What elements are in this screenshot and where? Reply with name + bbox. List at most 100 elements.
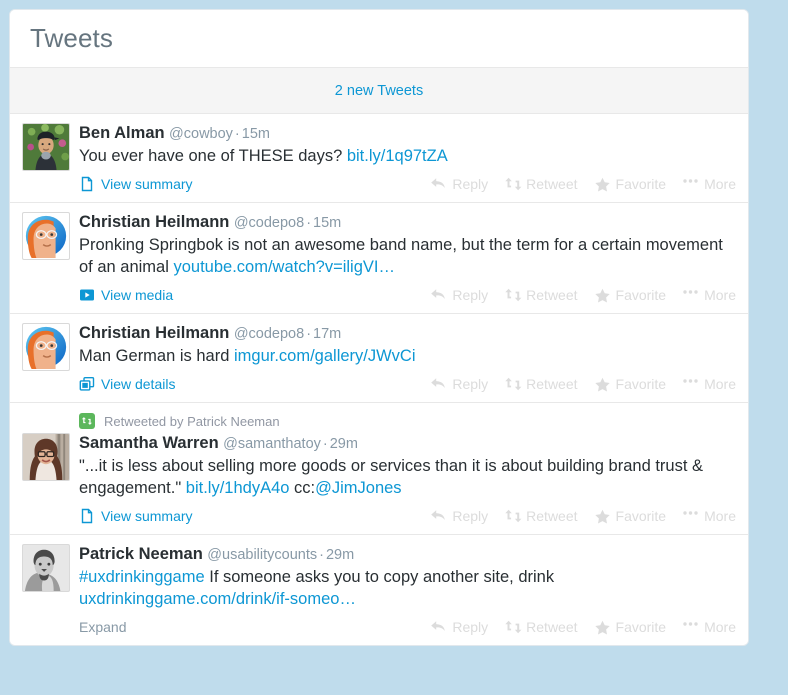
tweet[interactable]: Patrick Neeman @usabilitycounts · 29m #uxdr… bbox=[10, 535, 748, 645]
more-icon bbox=[683, 289, 698, 294]
more-icon bbox=[682, 377, 699, 392]
reply-action-label: Reply bbox=[452, 287, 489, 303]
favorite-icon bbox=[594, 377, 610, 391]
tweet-content: Patrick Neeman @usabilitycounts · 29m #uxdr… bbox=[79, 544, 736, 637]
favorite-icon bbox=[594, 509, 611, 524]
avatar[interactable] bbox=[22, 323, 70, 371]
tweet-content: Ben Alman @cowboy · 15m You ever have one o… bbox=[79, 123, 736, 194]
retweet-icon bbox=[504, 288, 522, 303]
expand-link[interactable]: View details bbox=[79, 376, 175, 392]
more-action[interactable]: More bbox=[682, 376, 736, 392]
avatar[interactable] bbox=[22, 212, 70, 260]
favorite-action[interactable]: Favorite bbox=[594, 176, 666, 192]
reply-icon bbox=[430, 620, 447, 635]
tweet-link[interactable]: youtube.com/watch?v=iligVI… bbox=[173, 258, 395, 276]
author-fullname[interactable]: Ben Alman bbox=[79, 124, 165, 142]
tweet-header: Christian Heilmann @codepo8 · 17m bbox=[79, 323, 736, 344]
more-action-label: More bbox=[704, 376, 736, 392]
favorite-icon bbox=[594, 509, 610, 523]
author-username[interactable]: @codepo8 bbox=[234, 215, 304, 231]
more-action-label: More bbox=[704, 176, 736, 192]
retweet-icon bbox=[505, 509, 522, 522]
retweet-action[interactable]: Retweet bbox=[504, 176, 578, 192]
tweet-timestamp[interactable]: 17m bbox=[313, 326, 341, 342]
reply-action[interactable]: Reply bbox=[430, 508, 488, 524]
tweet-link[interactable]: imgur.com/gallery/JWvCi bbox=[234, 347, 416, 365]
favorite-action-label: Favorite bbox=[615, 376, 667, 392]
tweet-content: Samantha Warren @samanthatoy · 29m "...it i… bbox=[79, 433, 736, 526]
new-tweets-bar[interactable]: 2 new Tweets bbox=[10, 68, 748, 114]
avatar[interactable] bbox=[22, 123, 70, 171]
retweet-action[interactable]: Retweet bbox=[504, 508, 578, 524]
author-username[interactable]: @samanthatoy bbox=[223, 436, 321, 452]
favorite-icon bbox=[594, 177, 610, 191]
more-action[interactable]: More bbox=[682, 508, 736, 524]
tweet-text: You ever have one of THESE days? bit.ly/… bbox=[79, 145, 736, 167]
reply-action[interactable]: Reply bbox=[430, 176, 488, 192]
avatar[interactable] bbox=[22, 433, 70, 481]
author-fullname[interactable]: Patrick Neeman bbox=[79, 545, 203, 563]
reply-action[interactable]: Reply bbox=[430, 287, 488, 303]
tweet-actions: Reply Retweet Favorite More bbox=[430, 287, 736, 303]
tweet-link[interactable]: bit.ly/1q97tZA bbox=[347, 147, 448, 165]
retweet-action[interactable]: Retweet bbox=[504, 287, 578, 303]
mention-link[interactable]: @JimJones bbox=[315, 479, 401, 497]
reply-action-label: Reply bbox=[452, 376, 489, 392]
author-fullname[interactable]: Samantha Warren bbox=[79, 434, 219, 452]
favorite-action[interactable]: Favorite bbox=[594, 619, 666, 635]
tweet-body: Ben Alman @cowboy · 15m You ever have one o… bbox=[22, 123, 736, 194]
favorite-icon bbox=[594, 377, 611, 392]
separator: · bbox=[319, 547, 324, 563]
more-action-label: More bbox=[704, 619, 736, 635]
retweet-badge-icon bbox=[79, 413, 95, 429]
more-action-label: More bbox=[704, 508, 736, 524]
tweet-body: Christian Heilmann @codepo8 · 17m Man Germa… bbox=[22, 323, 736, 394]
author-username[interactable]: @cowboy bbox=[169, 126, 233, 142]
tweet[interactable]: Ben Alman @cowboy · 15m You ever have one o… bbox=[10, 114, 748, 203]
expand-link[interactable]: Expand bbox=[79, 619, 126, 635]
expand-link[interactable]: View summary bbox=[79, 176, 193, 192]
tweet-timestamp[interactable]: 15m bbox=[313, 215, 341, 231]
tweet-timestamp[interactable]: 29m bbox=[326, 547, 354, 563]
retweet-icon bbox=[504, 177, 522, 192]
expand-link[interactable]: View summary bbox=[79, 508, 193, 524]
retweet-context-label: Retweeted by Patrick Neeman bbox=[104, 413, 280, 429]
more-icon bbox=[682, 177, 699, 192]
reply-action[interactable]: Reply bbox=[430, 376, 488, 392]
tweet-timestamp[interactable]: 29m bbox=[330, 436, 358, 452]
separator: · bbox=[306, 326, 312, 342]
retweet-action[interactable]: Retweet bbox=[504, 619, 578, 635]
tweet[interactable]: Christian Heilmann @codepo8 · 15m Pronking … bbox=[10, 203, 748, 314]
page-icon bbox=[79, 176, 95, 192]
reply-icon bbox=[431, 377, 446, 388]
reply-action[interactable]: Reply bbox=[430, 619, 488, 635]
hashtag-link[interactable]: #uxdrinkinggame bbox=[79, 568, 205, 586]
favorite-action[interactable]: Favorite bbox=[594, 376, 667, 392]
retweet-action-label: Retweet bbox=[526, 287, 578, 303]
more-action[interactable]: More bbox=[682, 287, 736, 303]
author-fullname[interactable]: Christian Heilmann bbox=[79, 324, 229, 342]
author-fullname[interactable]: Christian Heilmann bbox=[79, 213, 229, 231]
page-title: Tweets bbox=[30, 23, 113, 53]
more-action[interactable]: More bbox=[682, 619, 736, 635]
author-username[interactable]: @usabilitycounts bbox=[207, 547, 317, 563]
more-icon bbox=[683, 178, 698, 183]
tweet-timestamp[interactable]: 15m bbox=[242, 126, 270, 142]
tweet-actions: Reply Retweet Favorite More bbox=[430, 176, 736, 192]
tweet[interactable]: Retweeted by Patrick Neeman Samantha Warr… bbox=[10, 403, 748, 535]
more-action[interactable]: More bbox=[682, 176, 736, 192]
retweet-action[interactable]: Retweet bbox=[504, 376, 578, 392]
favorite-action[interactable]: Favorite bbox=[594, 508, 666, 524]
tweet-link[interactable]: bit.ly/1hdyA4o bbox=[186, 479, 290, 497]
tweet[interactable]: Christian Heilmann @codepo8 · 17m Man Germa… bbox=[10, 314, 748, 403]
retweet-action-label: Retweet bbox=[526, 508, 578, 524]
tweet-text-before: Man German is hard bbox=[79, 347, 234, 365]
expand-link[interactable]: View media bbox=[79, 287, 173, 303]
author-username[interactable]: @codepo8 bbox=[234, 326, 304, 342]
favorite-icon bbox=[594, 620, 611, 635]
retweet-icon bbox=[505, 377, 522, 390]
retweet-badge-icon bbox=[81, 417, 92, 425]
favorite-action[interactable]: Favorite bbox=[594, 287, 666, 303]
avatar[interactable] bbox=[22, 544, 70, 592]
tweet-link[interactable]: uxdrinkinggame.com/drink/if-someo… bbox=[79, 590, 356, 608]
